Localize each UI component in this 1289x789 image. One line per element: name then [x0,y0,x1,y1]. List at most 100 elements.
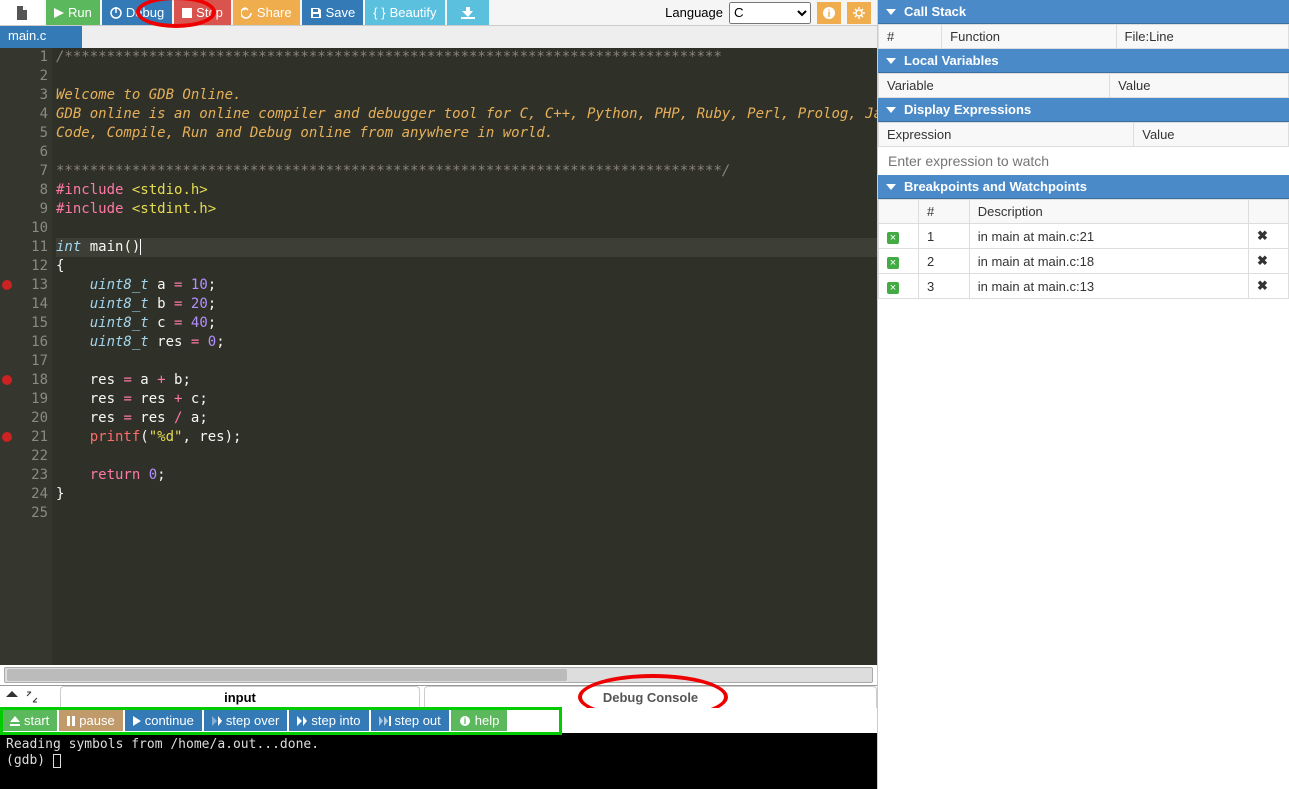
breakpoint-enabled-icon[interactable] [887,232,899,244]
code-line[interactable] [56,352,877,371]
svg-text:i: i [464,716,467,726]
callstack-title: Call Stack [904,4,966,19]
line-number[interactable]: 23 [0,466,48,485]
breakpoint-row: 3in main at main.c:13✖ [879,274,1289,299]
expand-icon[interactable] [26,691,38,703]
code-editor[interactable]: 1234567891011121314151617181920212223242… [0,48,877,665]
line-number[interactable]: 10 [0,219,48,238]
delete-breakpoint-icon[interactable]: ✖ [1257,253,1268,268]
file-tab-main[interactable]: main.c [0,26,82,48]
code-line[interactable]: res = res + c; [56,390,877,409]
save-icon [310,7,322,19]
line-number[interactable]: 15 [0,314,48,333]
line-number[interactable]: 14 [0,295,48,314]
debug-button[interactable]: Debug [102,0,172,25]
locals-header[interactable]: Local Variables [878,49,1289,73]
line-number[interactable]: 12 [0,257,48,276]
line-number[interactable]: 13 [0,276,48,295]
stop-button[interactable]: Stop [174,0,231,25]
code-line[interactable] [56,67,877,86]
display-table: ExpressionValue [878,122,1289,147]
display-header[interactable]: Display Expressions [878,98,1289,122]
share-button[interactable]: Share [233,0,300,25]
code-line[interactable]: Code, Compile, Run and Debug online from… [56,124,877,143]
new-file-button[interactable] [0,0,44,25]
watch-expression-input[interactable] [878,147,1289,175]
breakpoints-header[interactable]: Breakpoints and Watchpoints [878,175,1289,199]
dbg-continue-button[interactable]: continue [125,710,202,731]
code-line[interactable]: res = res / a; [56,409,877,428]
line-number[interactable]: 19 [0,390,48,409]
editor-scrollbar[interactable] [4,667,873,683]
dbg-stepover-button[interactable]: step over [204,710,287,731]
beautify-button[interactable]: { } Beautify [365,0,444,25]
debug-console-tab[interactable]: Debug Console [424,686,877,708]
code-line[interactable]: { [56,257,877,276]
svg-text:i: i [828,9,831,20]
callstack-header[interactable]: Call Stack [878,0,1289,24]
settings-button[interactable] [847,2,871,24]
code-line[interactable]: printf("%d", res); [56,428,877,447]
line-number[interactable]: 6 [0,143,48,162]
code-line[interactable] [56,447,877,466]
code-line[interactable]: Welcome to GDB Online. [56,86,877,105]
code-line[interactable]: int main() [56,238,877,257]
code-line[interactable]: ****************************************… [56,162,877,181]
input-tab[interactable]: input [60,686,420,708]
line-number[interactable]: 5 [0,124,48,143]
line-number[interactable]: 21 [0,428,48,447]
power-icon [110,7,122,19]
dbg-stepout-button[interactable]: step out [371,710,449,731]
delete-breakpoint-icon[interactable]: ✖ [1257,278,1268,293]
save-button[interactable]: Save [302,0,364,25]
line-number[interactable]: 3 [0,86,48,105]
code-line[interactable]: return 0; [56,466,877,485]
delete-breakpoint-icon[interactable]: ✖ [1257,228,1268,243]
line-number[interactable]: 9 [0,200,48,219]
language-select[interactable]: C [729,2,811,24]
line-number[interactable]: 1 [0,48,48,67]
code-line[interactable]: #include <stdint.h> [56,200,877,219]
code-line[interactable] [56,219,877,238]
code-line[interactable]: uint8_t res = 0; [56,333,877,352]
bp-number: 3 [919,274,970,299]
debug-console[interactable]: Reading symbols from /home/a.out...done.… [0,733,877,789]
line-number[interactable]: 25 [0,504,48,523]
code-line[interactable]: } [56,485,877,504]
line-number[interactable]: 24 [0,485,48,504]
code-line[interactable]: uint8_t a = 10; [56,276,877,295]
line-number[interactable]: 22 [0,447,48,466]
line-number[interactable]: 8 [0,181,48,200]
code-line[interactable] [56,504,877,523]
language-label: Language [665,5,723,20]
line-number[interactable]: 17 [0,352,48,371]
line-number[interactable]: 18 [0,371,48,390]
code-line[interactable]: uint8_t c = 40; [56,314,877,333]
line-number[interactable]: 16 [0,333,48,352]
line-number[interactable]: 7 [0,162,48,181]
dbg-start-button[interactable]: start [2,710,57,731]
code-line[interactable]: res = a + b; [56,371,877,390]
info-icon: i [459,715,471,727]
info-button[interactable]: i [817,2,841,24]
col-var: Variable [879,74,1110,98]
download-button[interactable] [447,0,489,25]
line-number[interactable]: 11 [0,238,48,257]
code-line[interactable]: #include <stdio.h> [56,181,877,200]
run-button[interactable]: Run [46,0,100,25]
code-line[interactable]: /***************************************… [56,48,877,67]
dbg-pause-label: pause [79,713,114,728]
breakpoint-row: 1in main at main.c:21✖ [879,224,1289,249]
breakpoint-enabled-icon[interactable] [887,257,899,269]
code-line[interactable] [56,143,877,162]
collapse-icon[interactable] [6,691,18,703]
breakpoint-enabled-icon[interactable] [887,282,899,294]
dbg-help-button[interactable]: i help [451,710,508,731]
line-number[interactable]: 2 [0,67,48,86]
dbg-pause-button[interactable]: pause [59,710,122,731]
dbg-stepinto-button[interactable]: step into [289,710,368,731]
code-line[interactable]: uint8_t b = 20; [56,295,877,314]
line-number[interactable]: 4 [0,105,48,124]
line-number[interactable]: 20 [0,409,48,428]
code-line[interactable]: GDB online is an online compiler and deb… [56,105,877,124]
